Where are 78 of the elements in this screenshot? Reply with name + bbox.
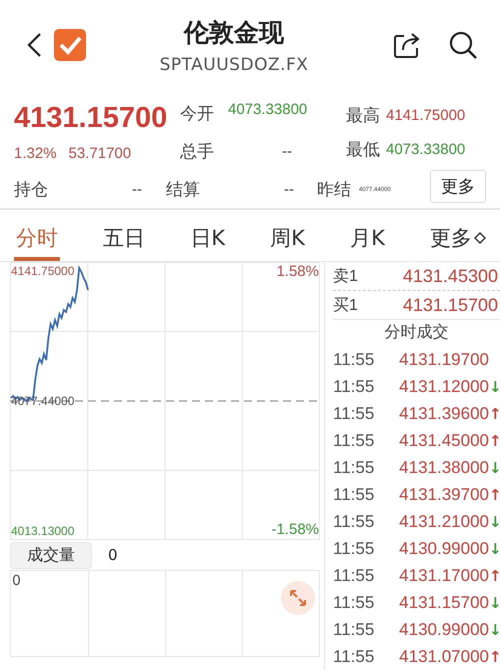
trend-arrow: ↓: [489, 620, 500, 638]
chart-tab[interactable]: 日K: [188, 222, 228, 261]
last-price: 4131.15700: [14, 102, 168, 135]
field-value: --: [284, 181, 294, 198]
trade-time: 11:55: [333, 484, 376, 504]
trend-arrow: ↑: [489, 404, 500, 422]
field-label: 总手: [180, 141, 214, 163]
trade-price: 4130.99000: [398, 538, 489, 558]
axis-label: 4141.75000: [11, 264, 74, 278]
trend-arrow: ↑: [489, 486, 500, 504]
field-label: 昨结: [317, 179, 351, 201]
trade-price: 4131.39600: [398, 404, 489, 424]
change-amount: 53.71700: [68, 145, 132, 162]
chart-tab[interactable]: 周K: [268, 222, 307, 261]
trade-price: 4131.39700: [398, 484, 489, 504]
trade-time: 11:55: [333, 430, 376, 450]
trade-price: 4130.99000: [398, 620, 489, 640]
trade-price: 4131.38000: [398, 458, 489, 478]
back-icon[interactable]: [26, 32, 42, 58]
field-label: 今开: [180, 103, 214, 125]
trend-arrow: ↑: [489, 566, 500, 584]
trade-price: 4131.15700: [398, 592, 489, 612]
order-price: 4131.45300: [402, 266, 498, 286]
trade-time: 11:55: [333, 646, 376, 666]
trade-price: 4131.17000: [398, 566, 489, 586]
field-label: 最低: [346, 139, 380, 161]
trade-time: 11:55: [333, 350, 376, 370]
caret-icon: [474, 232, 486, 244]
field-value: --: [132, 181, 142, 198]
volume-value: 0: [108, 546, 118, 564]
percent-label: 1.58%: [276, 263, 319, 280]
checkmark-logo-icon: [54, 29, 86, 61]
percent-label: -1.58%: [271, 521, 319, 538]
trend-arrow: ↓: [489, 512, 500, 530]
trade-price: 4131.45000: [398, 430, 489, 450]
trend-arrow: ↓: [489, 594, 500, 612]
trade-price: 4131.07000: [398, 646, 489, 666]
trade-time: 11:55: [333, 376, 376, 396]
field-value: 4073.33800: [228, 101, 308, 118]
axis-label: 4013.13000: [11, 524, 74, 538]
trade-time: 11:55: [333, 458, 376, 478]
order-side: 卖1: [333, 266, 358, 286]
expand-icon: [287, 587, 309, 609]
axis-label: 0: [12, 573, 21, 589]
chart-tab[interactable]: 更多: [428, 222, 488, 261]
chart-tab[interactable]: 分时: [14, 222, 60, 261]
trend-arrow: ↓: [489, 458, 500, 476]
chart-tab[interactable]: 五日: [101, 222, 148, 261]
page-title: 伦敦金现: [184, 16, 284, 48]
expand-button[interactable]: [281, 581, 315, 615]
search-icon[interactable]: [448, 30, 478, 60]
trend-arrow: ↓: [489, 378, 500, 396]
trades-heading: 分时成交: [333, 319, 500, 346]
chart-tab[interactable]: 月K: [348, 222, 387, 261]
trade-time: 11:55: [333, 512, 376, 532]
field-value: 4141.75000: [386, 107, 466, 124]
symbol-code: SPTAUUSDOZ.FX: [160, 54, 308, 74]
volume-selector[interactable]: 成交量: [10, 542, 92, 568]
field-label: 结算: [166, 179, 200, 201]
field-label: 持仓: [14, 179, 48, 201]
field-label: 最高: [346, 105, 380, 127]
trade-time: 11:55: [333, 404, 376, 424]
trade-price: 4131.21000: [398, 512, 489, 532]
more-button[interactable]: 更多: [430, 170, 486, 203]
trade-price: 4131.12000: [398, 376, 489, 396]
trade-time: 11:55: [333, 620, 376, 640]
field-value: --: [282, 143, 292, 160]
order-side: 买1: [333, 296, 358, 316]
trade-time: 11:55: [333, 566, 376, 586]
order-price: 4131.15700: [402, 294, 498, 316]
trade-time: 11:55: [333, 592, 376, 612]
trend-arrow: ↑: [489, 648, 500, 666]
trade-time: 11:55: [333, 538, 376, 558]
trend-arrow: ↓: [489, 540, 500, 558]
trade-price: 4131.19700: [398, 350, 489, 370]
field-value: 4073.33800: [386, 141, 466, 158]
trend-arrow: ↑: [489, 432, 500, 450]
change-percent: 1.32%: [14, 145, 57, 162]
